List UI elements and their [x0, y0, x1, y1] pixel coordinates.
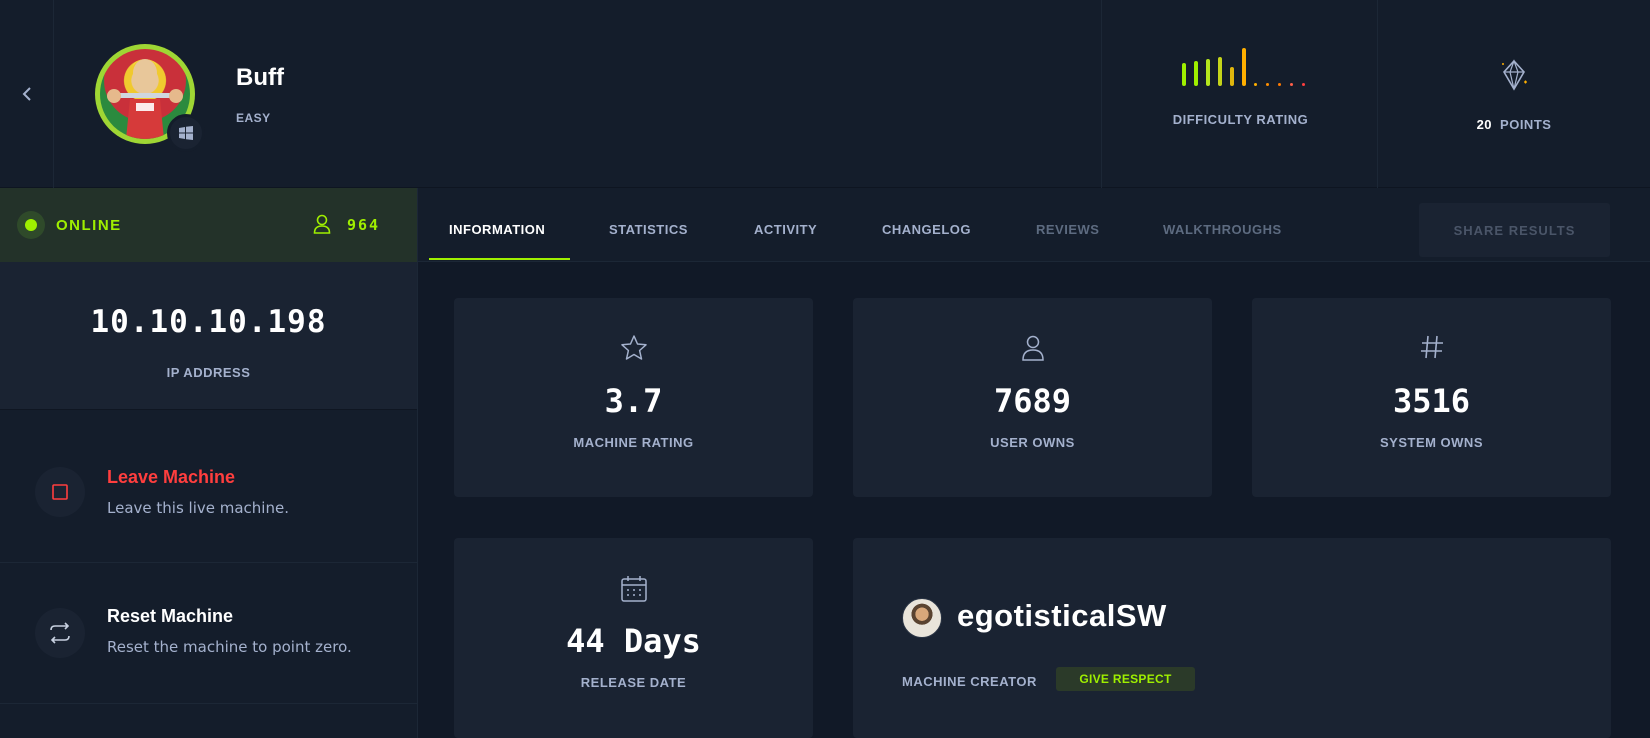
user-icon: [1021, 335, 1044, 361]
tab-bar: INFORMATION STATISTICS ACTIVITY CHANGELO…: [418, 188, 1650, 262]
tab-information[interactable]: INFORMATION: [449, 222, 545, 237]
tab-reviews[interactable]: REVIEWS: [1036, 222, 1099, 237]
machine-page: Buff EASY DIFFICULTY RATING 20 POINTS ONL…: [0, 0, 1650, 738]
tab-statistics[interactable]: STATISTICS: [609, 222, 688, 237]
reset-machine-button[interactable]: Reset Machine Reset the machine to point…: [0, 564, 417, 704]
system-owns-value: 3516: [1392, 382, 1471, 420]
reset-icon: [35, 608, 85, 658]
user-owns-card: 7689 USER OWNS: [853, 298, 1212, 497]
difficulty-bar: [1266, 83, 1269, 86]
creator-name[interactable]: egotisticalSW: [957, 598, 1167, 634]
windows-icon: [179, 126, 193, 140]
reset-machine-title: Reset Machine: [107, 606, 234, 626]
difficulty-bar: [1242, 48, 1246, 86]
points-panel: 20 POINTS: [1378, 0, 1650, 188]
points-value: 20: [1476, 117, 1493, 132]
difficulty-bar: [1302, 83, 1305, 86]
machine-name: Buff: [236, 64, 284, 91]
hash-icon: [1420, 335, 1443, 359]
machine-rating-value: 3.7: [604, 382, 663, 420]
leave-machine-desc: Leave this live machine.: [107, 499, 289, 517]
chevron-left-icon: [22, 87, 31, 101]
tab-walkthroughs[interactable]: WALKTHROUGHS: [1163, 222, 1282, 237]
status-indicator-icon: [17, 211, 45, 239]
points-text: 20 POINTS: [1378, 117, 1650, 132]
ip-address-value[interactable]: 10.10.10.198: [0, 304, 417, 340]
system-owns-label: SYSTEM OWNS: [1379, 435, 1483, 450]
difficulty-bar: [1278, 83, 1281, 86]
leave-machine-title: Leave Machine: [107, 467, 236, 487]
leave-machine-button[interactable]: Leave Machine Leave this live machine.: [0, 423, 417, 563]
machine-rating-label: MACHINE RATING: [573, 435, 694, 450]
active-tab-indicator: [429, 258, 570, 260]
difficulty-bar: [1254, 83, 1257, 86]
difficulty-bar: [1218, 56, 1222, 86]
user-owns-value: 7689: [993, 382, 1072, 420]
difficulty-bar: [1182, 62, 1186, 86]
machine-creator-card: egotisticalSW MACHINE CREATOR GIVE RESPE…: [853, 538, 1611, 738]
tab-changelog[interactable]: CHANGELOG: [882, 222, 971, 237]
difficulty-rating[interactable]: DIFFICULTY RATING: [1101, 0, 1378, 188]
machine-header: Buff EASY DIFFICULTY RATING 20 POINTS: [0, 0, 1650, 188]
user-owns-label: USER OWNS: [990, 435, 1075, 450]
difficulty-bar: [1194, 60, 1198, 86]
calendar-icon: [620, 576, 647, 602]
difficulty-bar: [1206, 58, 1210, 86]
release-date-value: 44 Days: [566, 622, 701, 660]
release-date-label: RELEASE DATE: [580, 675, 687, 690]
points-label: POINTS: [1500, 117, 1552, 132]
back-button[interactable]: [0, 0, 54, 188]
user-icon: [313, 214, 331, 234]
difficulty-rating-label: DIFFICULTY RATING: [1172, 112, 1309, 127]
ip-address-label: IP ADDRESS: [166, 365, 251, 380]
machine-difficulty: EASY: [236, 111, 271, 125]
diamond-icon: [1502, 59, 1527, 91]
difficulty-bar: [1230, 67, 1234, 86]
release-date-card: 44 Days RELEASE DATE: [454, 538, 813, 738]
creator-avatar[interactable]: [902, 598, 942, 638]
tab-activity[interactable]: ACTIVITY: [754, 222, 817, 237]
status-text: ONLINE: [56, 217, 122, 234]
machine-avatar: [95, 44, 205, 152]
ip-address-panel[interactable]: 10.10.10.198 IP ADDRESS: [0, 262, 417, 410]
system-owns-card: 3516 SYSTEM OWNS: [1252, 298, 1611, 497]
give-respect-button[interactable]: GIVE RESPECT: [1056, 667, 1195, 691]
share-results-button[interactable]: SHARE RESULTS: [1419, 203, 1610, 257]
difficulty-bar: [1290, 83, 1293, 86]
machine-rating-card: 3.7 MACHINE RATING: [454, 298, 813, 497]
status-bar: ONLINE 964: [0, 188, 417, 262]
left-panel: ONLINE 964 10.10.10.198 IP ADDRESS Leave…: [0, 188, 418, 738]
difficulty-bars: [1182, 44, 1312, 86]
reset-machine-desc: Reset the machine to point zero.: [107, 638, 352, 656]
star-icon: [620, 335, 647, 360]
machine-creator-label: MACHINE CREATOR: [902, 674, 1037, 689]
players-count: 964: [347, 216, 381, 234]
stop-icon: [35, 467, 85, 517]
os-badge: [167, 114, 205, 152]
